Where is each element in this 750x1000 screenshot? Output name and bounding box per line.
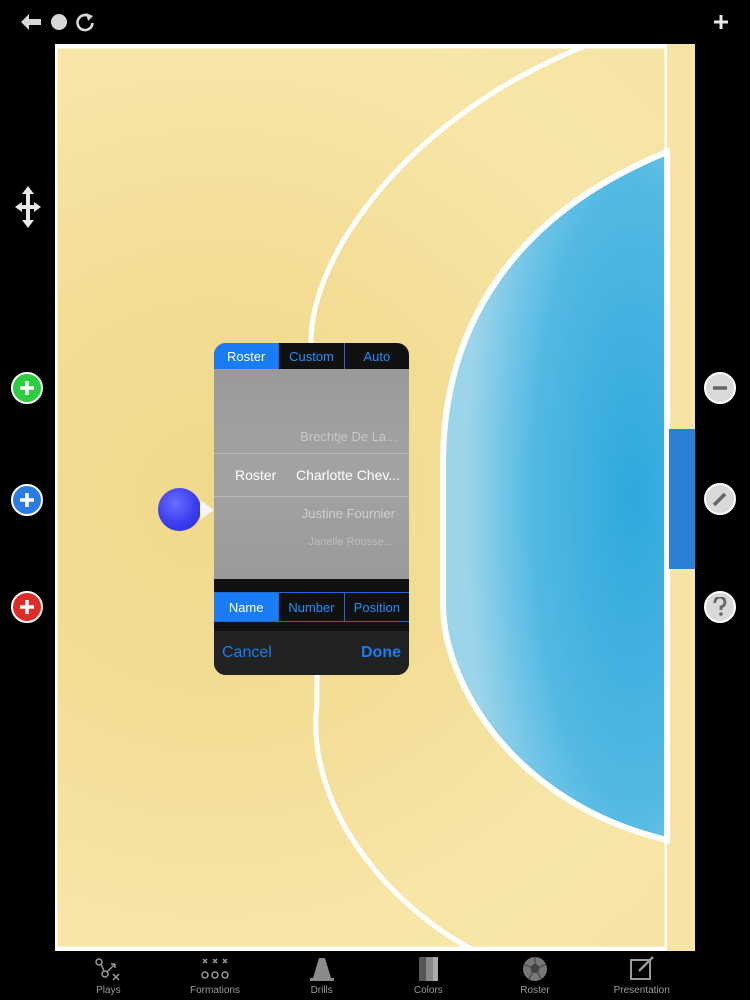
tab-roster[interactable]: Roster [482,952,589,1000]
picker-row-selected[interactable]: Charlotte Chev... [296,467,400,483]
minus-icon [713,386,727,390]
presentation-icon [627,955,657,983]
roster-icon [520,955,550,983]
plus-icon [20,493,34,507]
tab-label: Roster [520,985,550,996]
tab-label: Plays [96,985,121,996]
popover-actions: Cancel Done [214,631,409,675]
player-token[interactable] [158,488,201,531]
move-arrows-icon[interactable] [15,186,41,228]
popover-pointer [200,500,214,520]
tab-roster[interactable]: Roster [214,343,280,369]
edit-button[interactable] [704,483,736,515]
picker-column-label: Roster [235,467,277,483]
plus-icon [20,600,34,614]
picker-row-below[interactable]: Justine Fournier [214,506,409,521]
label-source-segmented-control: Roster Custom Auto [214,343,409,369]
tab-label: Presentation [613,985,670,996]
plays-icon [93,955,123,983]
add-icon[interactable] [708,9,734,35]
back-arrow-icon[interactable] [18,9,44,35]
tab-number[interactable]: Number [279,593,345,621]
picker-row-above[interactable]: Brechtje De La... [214,429,409,444]
record-dot-icon[interactable] [46,9,72,35]
bottom-tab-bar: Plays Formations Drills Colors Roster Pr… [55,952,695,1000]
question-icon [713,597,727,616]
pencil-icon [712,492,727,507]
tab-drills[interactable]: Drills [268,952,375,1000]
done-button[interactable]: Done [361,644,401,662]
add-green-player-button[interactable] [11,372,43,404]
add-red-player-button[interactable] [11,591,43,623]
cancel-button[interactable]: Cancel [222,644,272,662]
plus-icon [20,381,34,395]
tab-formations[interactable]: Formations [162,952,269,1000]
tab-label: Colors [413,985,443,996]
add-blue-player-button[interactable] [11,484,43,516]
top-toolbar [0,0,750,42]
remove-button[interactable] [704,372,736,404]
redo-icon[interactable] [72,9,98,35]
tab-plays[interactable]: Plays [55,952,162,1000]
colors-icon [413,955,443,983]
tab-custom[interactable]: Custom [279,343,345,369]
tab-presentation[interactable]: Presentation [588,952,695,1000]
tab-position[interactable]: Position [345,593,409,621]
tab-auto[interactable]: Auto [345,343,409,369]
drills-icon [307,955,337,983]
tab-colors[interactable]: Colors [375,952,482,1000]
tab-label: Formations [190,985,241,996]
player-label-popover: Roster Custom Auto Brechtje De La... Ros… [214,343,409,675]
roster-picker[interactable]: Brechtje De La... Roster Charlotte Chev.… [214,369,409,579]
picker-row-below-2[interactable]: Janelle Rousse... [214,536,409,546]
help-button[interactable] [704,591,736,623]
tab-name[interactable]: Name [214,593,280,621]
formations-icon [200,955,230,983]
tab-label: Drills [310,985,333,996]
label-type-segmented-control: Name Number Position [214,592,409,622]
